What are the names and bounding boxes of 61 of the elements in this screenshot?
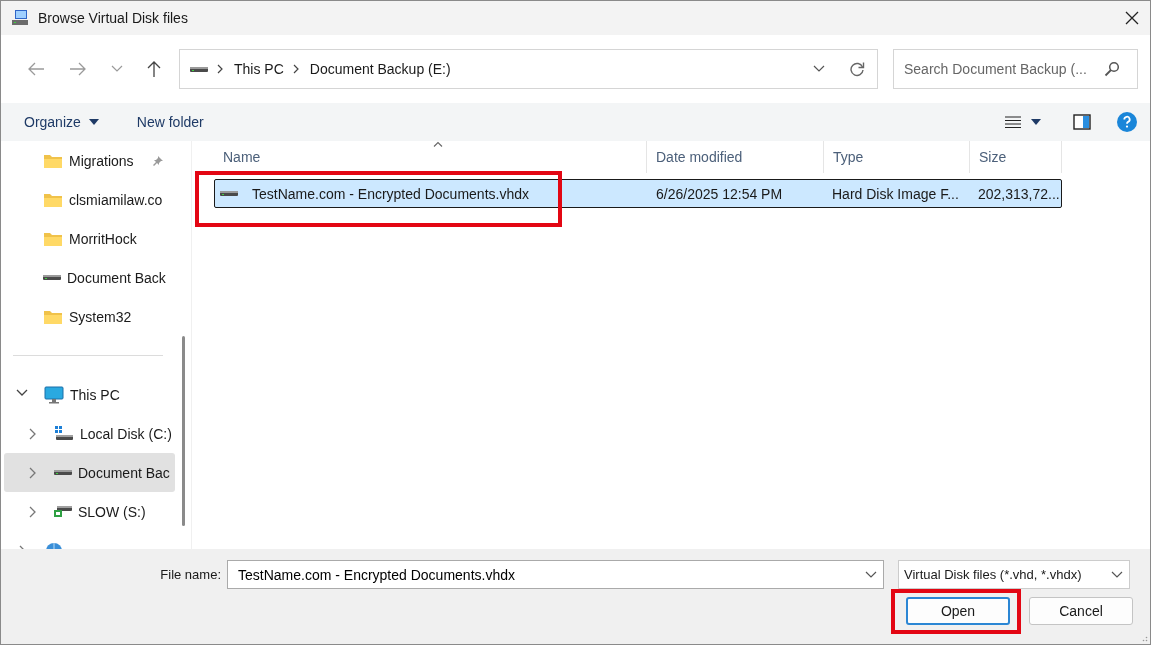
- chevron-right-icon: [292, 64, 299, 74]
- folder-icon: [43, 230, 63, 247]
- drive-icon: [54, 470, 72, 475]
- pin-icon[interactable]: [151, 154, 164, 167]
- address-bar[interactable]: This PC Document Backup (E:): [179, 49, 878, 89]
- file-row[interactable]: TestName.com - Encrypted Documents.vhdx 6/26/2025 12:54 PM Hard Disk Image F... 202,313,72...: [214, 179, 1062, 208]
- tree-item[interactable]: This PC: [1, 375, 175, 414]
- up-arrow-icon[interactable]: [146, 60, 162, 78]
- breadcrumb[interactable]: Document Backup (E:): [309, 61, 451, 77]
- chevron-down-icon: [1111, 570, 1123, 579]
- sidebar-item[interactable]: MorritHock: [1, 219, 175, 258]
- breadcrumb[interactable]: This PC: [234, 61, 284, 77]
- size-cell-text: 202,313,72...: [977, 184, 1061, 204]
- sidebar-item[interactable]: clsmiamilaw.co: [1, 180, 175, 219]
- column-header[interactable]: Date modified: [647, 141, 824, 173]
- column-header[interactable]: Size: [970, 141, 1062, 173]
- file-name-field[interactable]: TestName.com - Encrypted Documents.vhdx: [227, 560, 884, 589]
- monitor-icon: [44, 385, 64, 404]
- preview-pane-icon[interactable]: [1073, 114, 1091, 130]
- dialog-button[interactable]: Open: [906, 597, 1010, 625]
- dialog-button[interactable]: Cancel: [1029, 597, 1133, 625]
- column-header[interactable]: Name: [214, 141, 647, 173]
- search-field[interactable]: Search Document Backup (...: [893, 49, 1138, 89]
- type-cell-text: Hard Disk Image F...: [831, 184, 960, 204]
- tree-item[interactable]: Local Disk (C:): [1, 414, 175, 453]
- forward-arrow-icon[interactable]: [69, 61, 87, 77]
- organize-button[interactable]: Organize: [15, 110, 108, 134]
- window-title: Browse Virtual Disk files: [38, 10, 188, 26]
- resize-grip-icon[interactable]: [1140, 634, 1148, 642]
- field-label: File name:: [159, 567, 222, 582]
- search-icon[interactable]: [1104, 61, 1120, 77]
- drive-icon: [190, 66, 208, 72]
- drive-icon: [43, 275, 61, 280]
- network-drive-icon: [54, 506, 72, 517]
- chevron-right-icon: [217, 64, 223, 74]
- chevron-down-icon[interactable]: [865, 571, 877, 579]
- folder-icon: [43, 191, 63, 208]
- file-name: TestName.com - Encrypted Documents.vhdx: [252, 185, 529, 202]
- scrollbar-thumb[interactable]: [181, 336, 185, 526]
- folder-icon: [43, 152, 63, 169]
- folder-icon: [43, 308, 63, 325]
- refresh-icon[interactable]: [849, 61, 865, 77]
- chevron-down-icon[interactable]: [813, 65, 825, 73]
- back-arrow-icon[interactable]: [27, 61, 45, 77]
- sidebar-item[interactable]: Migrations: [1, 141, 175, 180]
- app-icon: [11, 9, 29, 27]
- new-folder-button[interactable]: New folder: [127, 110, 213, 134]
- drive-icon: [220, 191, 238, 196]
- caret-icon[interactable]: [1031, 119, 1041, 125]
- sidebar-item[interactable]: Document Back: [1, 258, 175, 297]
- date-cell-text: 6/26/2025 12:54 PM: [655, 184, 784, 204]
- column-header[interactable]: Type: [824, 141, 970, 173]
- close-icon[interactable]: [1125, 11, 1139, 25]
- tree-item[interactable]: Document Bac: [4, 453, 175, 492]
- tree-item[interactable]: SLOW (S:): [1, 492, 175, 531]
- sidebar-item[interactable]: System32: [1, 297, 175, 336]
- list-view-icon[interactable]: [1005, 115, 1021, 129]
- help-icon[interactable]: [1117, 112, 1137, 132]
- file-type-dropdown[interactable]: Virtual Disk files (*.vhd, *.vhdx): [898, 560, 1130, 589]
- caret-icon: [88, 119, 99, 125]
- windows-drive-icon: [54, 424, 74, 443]
